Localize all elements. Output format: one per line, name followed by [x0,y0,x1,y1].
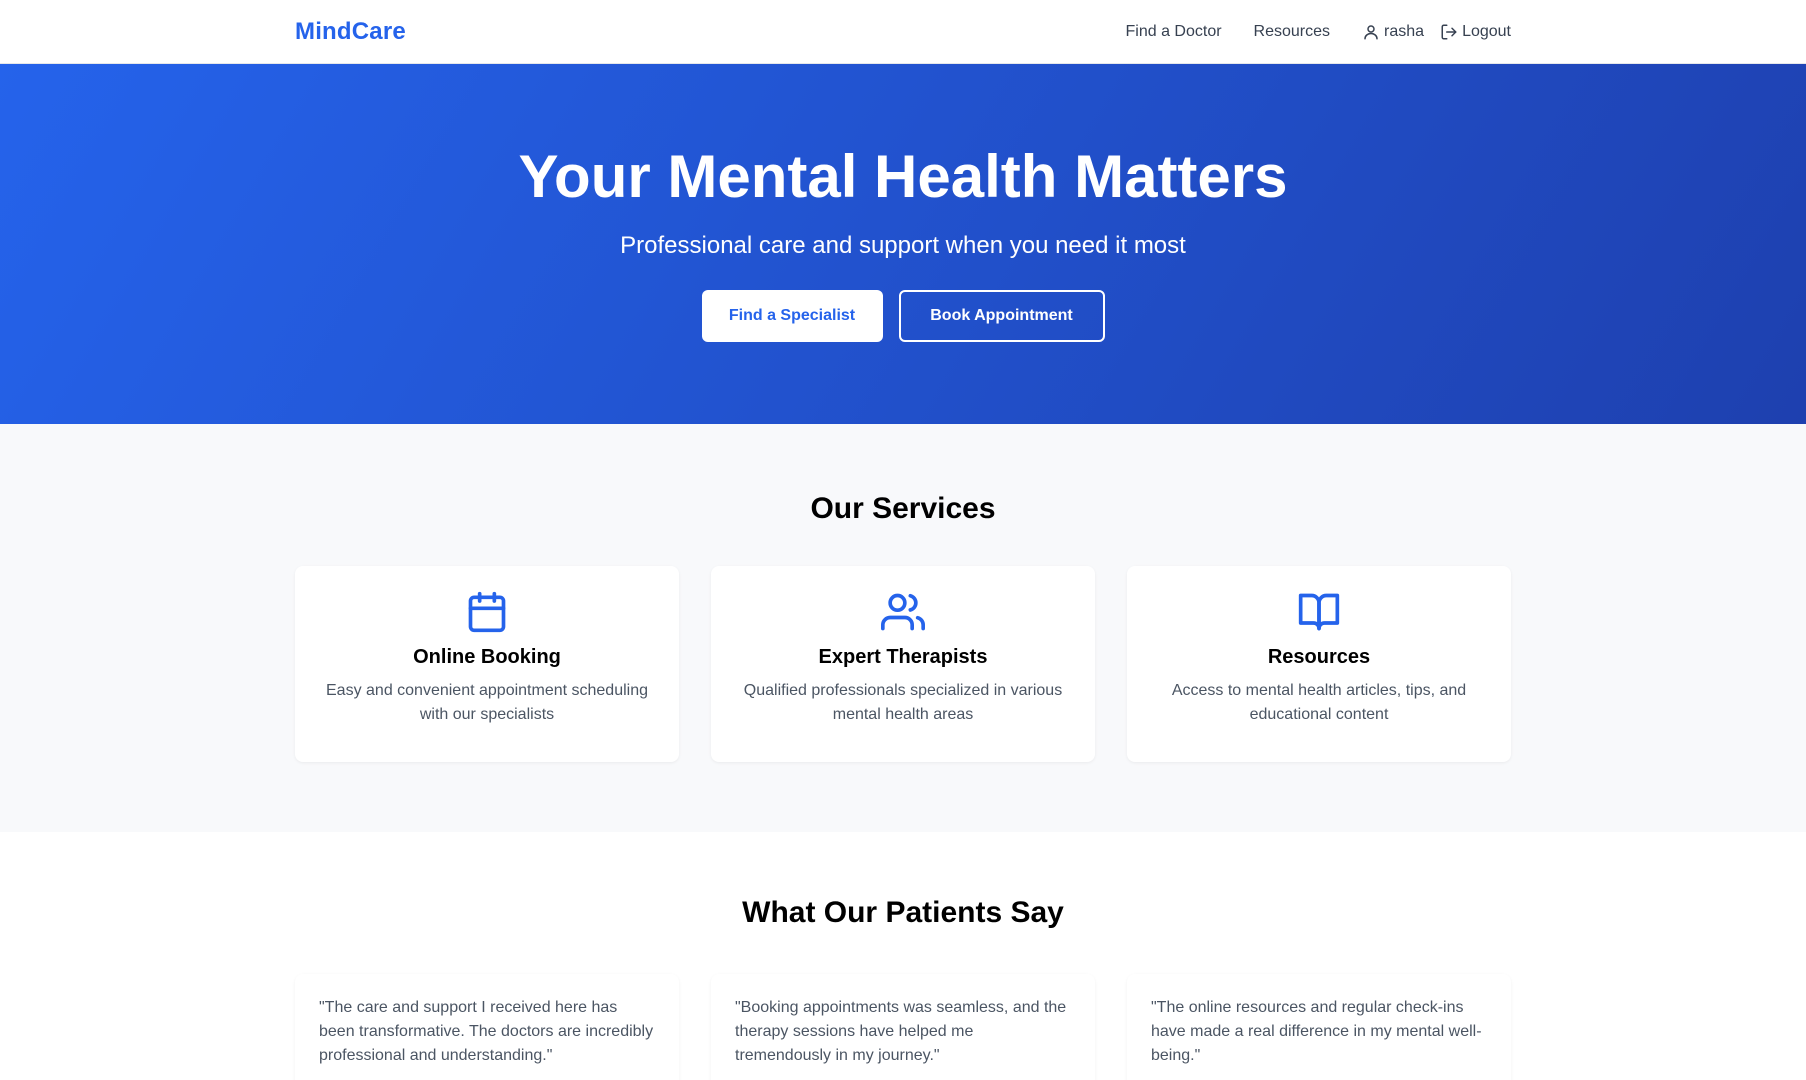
service-title: Resources [1267,646,1371,668]
find-specialist-button[interactable]: Find a Specialist [701,290,883,342]
testimonials-title: What Our Patients Say [742,896,1064,929]
service-card-resources: Resources Access to mental health articl… [1127,566,1511,762]
testimonial-card: "The care and support I received here ha… [295,974,679,1080]
user-profile[interactable]: rasha [1362,23,1424,41]
logout-label: Logout [1462,23,1511,40]
testimonial-cards: "The care and support I received here ha… [295,974,1511,1080]
testimonial-card: "Booking appointments was seamless, and … [711,974,1095,1080]
logout-icon [1441,24,1457,40]
hero-subtitle: Professional care and support when you n… [620,232,1186,259]
testimonial-quote: "Booking appointments was seamless, and … [735,999,1067,1064]
hero-title: Your Mental Health Matters [518,143,1288,210]
calendar-icon [468,591,506,633]
nav-link-resources[interactable]: Resources [1254,23,1330,41]
testimonial-quote: "The online resources and regular check-… [1151,999,1482,1064]
testimonial-quote: "The care and support I received here ha… [319,999,654,1064]
service-title: Online Booking [413,646,561,668]
services-title: Our Services [810,492,996,525]
book-open-icon [1298,593,1340,631]
user-icon [1364,25,1378,40]
hero-buttons: Find a Specialist Book Appointment [701,290,1105,342]
services-section: Our Services Online Booking Easy and con… [0,424,1806,832]
service-card-expert-therapists: Expert Therapists Qualified professional… [711,566,1095,762]
hero-section: Your Mental Health Matters Professional … [0,64,1806,424]
service-description: Qualified professionals specialized in v… [743,682,1063,723]
logo[interactable]: MindCare [295,18,406,46]
nav-link-find-doctor[interactable]: Find a Doctor [1126,23,1222,41]
main-nav: Find a Doctor Resources rasha Logout [1126,23,1512,41]
book-appointment-button[interactable]: Book Appointment [898,290,1105,342]
service-card-online-booking: Online Booking Easy and convenient appoi… [295,566,679,762]
username: rasha [1384,23,1425,40]
services-cards: Online Booking Easy and convenient appoi… [295,566,1511,762]
service-description: Access to mental health articles, tips, … [1171,682,1467,723]
site-header: MindCare Find a Doctor Resources rasha L… [0,0,1806,64]
users-icon [881,593,925,631]
service-title: Expert Therapists [818,646,988,668]
testimonial-card: "The online resources and regular check-… [1127,974,1511,1080]
service-description: Easy and convenient appointment scheduli… [326,682,648,723]
testimonials-section: What Our Patients Say "The care and supp… [0,832,1806,1080]
logout-button[interactable]: Logout [1440,23,1511,41]
